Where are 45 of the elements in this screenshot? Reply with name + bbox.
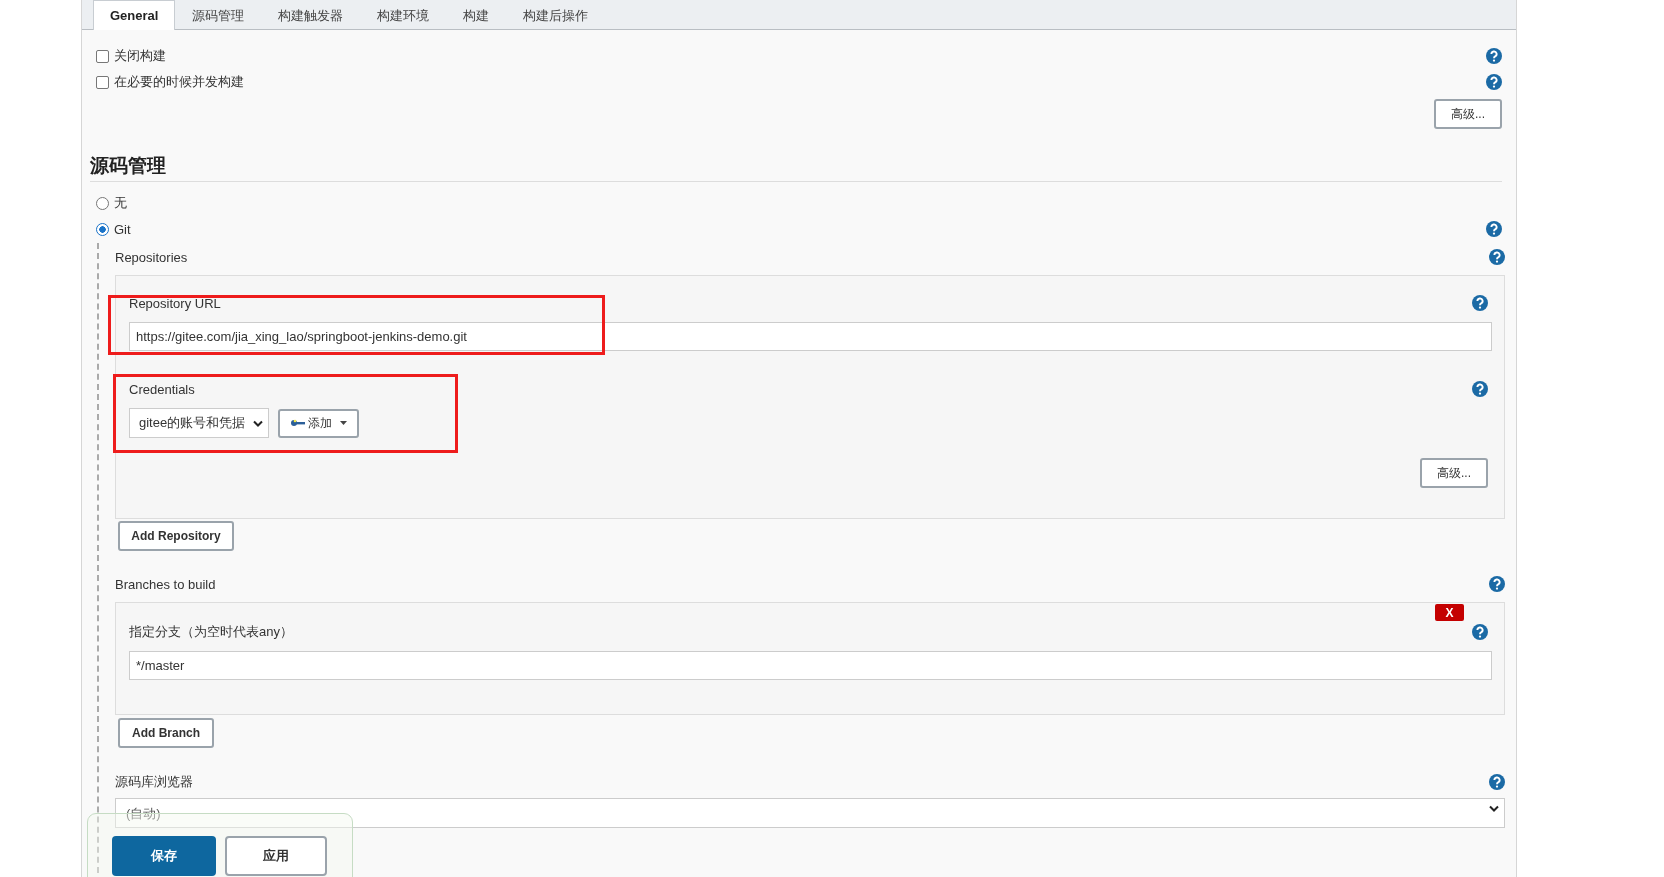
delete-button[interactable]: X (1435, 604, 1464, 621)
add-button[interactable]: 添加 (278, 408, 360, 438)
field-label: Repository URL (129, 295, 221, 311)
tab[interactable]: 构建后操作 (506, 1, 606, 30)
field-label: Branches to build (115, 576, 216, 592)
field-label: 指定分支（为空时代表any） (129, 623, 293, 641)
help-icon (1489, 774, 1505, 790)
help-icon (1472, 381, 1488, 397)
section-heading: 源码管理 (90, 154, 166, 178)
help-icon (1486, 74, 1502, 90)
add-repository-button[interactable]: Add Repository (118, 521, 234, 551)
help-icon (1486, 48, 1502, 64)
tab[interactable]: General (93, 0, 176, 30)
tab[interactable]: 构建 (446, 1, 507, 30)
save-button[interactable]: 保存 (112, 836, 216, 876)
tab[interactable]: 构建触发器 (261, 1, 361, 30)
option-label: 关闭构建 (114, 47, 167, 65)
tab[interactable]: 源码管理 (175, 1, 262, 30)
credentials-select[interactable]: gitee的账号和凭据 (129, 408, 270, 438)
radio-button[interactable] (96, 222, 109, 236)
url-input[interactable]: https://gitee.com/jia_xing_lao/springboot-jenkins-demo.git (129, 322, 1492, 351)
caret-icon (340, 421, 348, 425)
apply-button[interactable]: 应用 (225, 836, 327, 876)
radio-button[interactable] (96, 196, 109, 210)
checkbox[interactable] (96, 49, 109, 63)
add-branch-button[interactable]: Add Branch (118, 718, 214, 748)
option-label: 在必要的时候并发构建 (114, 73, 245, 91)
key-icon (290, 418, 307, 428)
option-label: Git (114, 221, 132, 237)
help-icon (1489, 249, 1505, 265)
help-icon (1472, 295, 1488, 311)
chevron-icon (1489, 805, 1499, 812)
help-icon (1489, 576, 1505, 592)
field-label: Repositories (115, 249, 188, 265)
option-label: 无 (114, 194, 128, 212)
help-icon (1486, 221, 1502, 237)
advanced-button[interactable]: 高级... (1434, 99, 1502, 129)
checkbox[interactable] (96, 75, 109, 89)
field-label: Credentials (129, 381, 195, 397)
chevron-icon (253, 419, 264, 427)
help-icon (1472, 624, 1488, 640)
advanced-button[interactable]: 高级... (1420, 458, 1488, 488)
tab[interactable]: 构建环境 (360, 1, 447, 30)
branch-input[interactable]: */master (129, 651, 1492, 680)
field-label: 源码库浏览器 (115, 773, 193, 791)
